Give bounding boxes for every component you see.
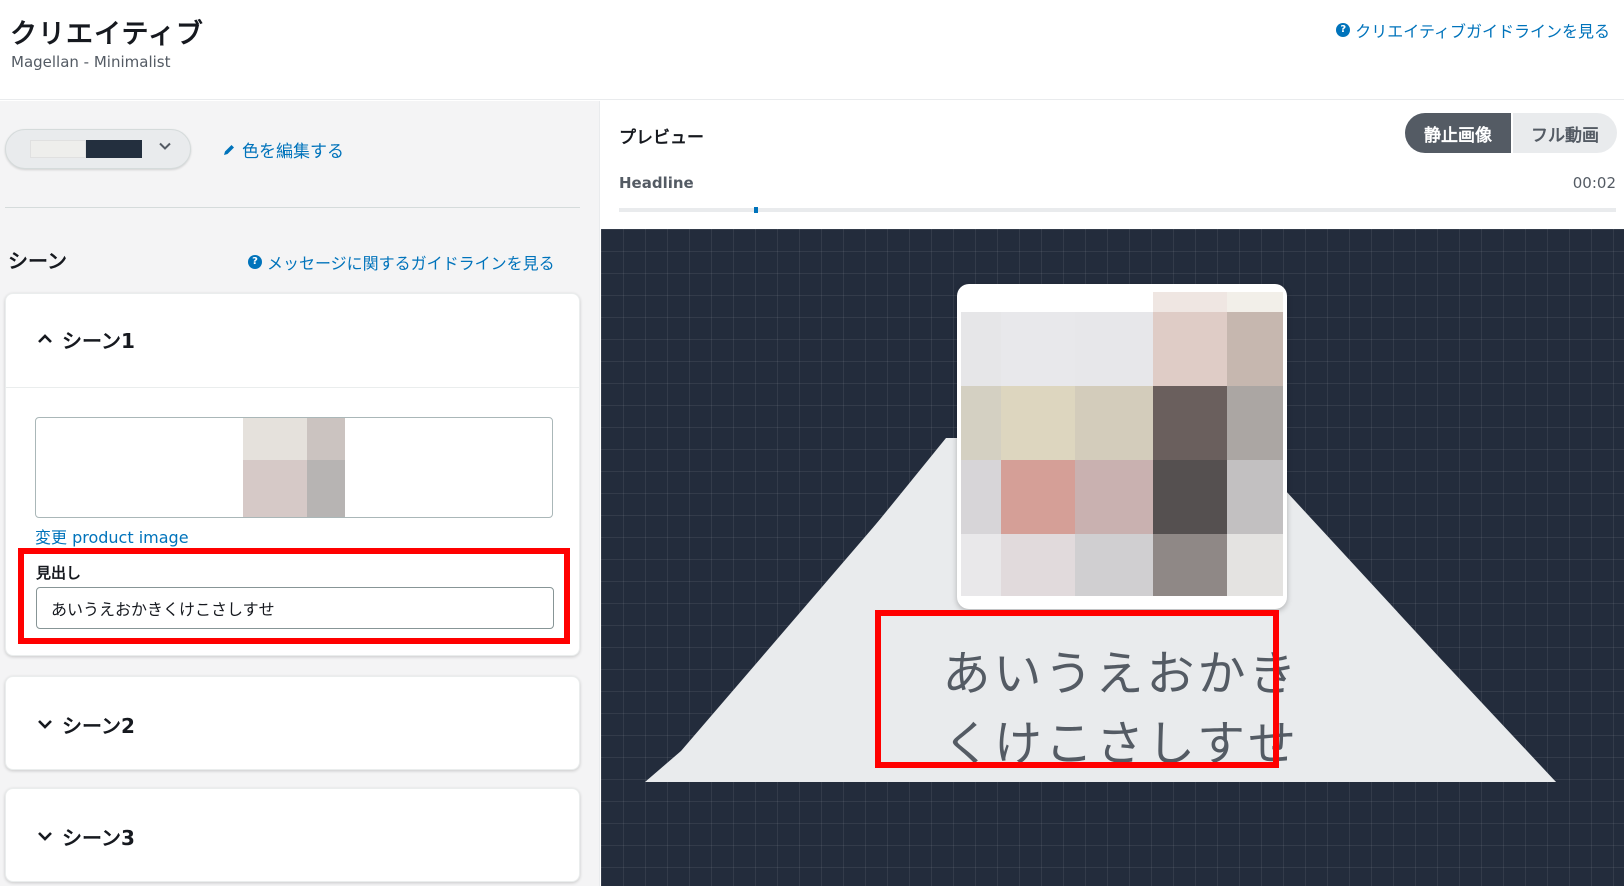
annotation-highlight-box: [875, 610, 1279, 768]
divider: [6, 387, 579, 388]
edit-color-link[interactable]: 色を編集する: [222, 137, 344, 162]
full-video-button[interactable]: フル動画: [1511, 113, 1617, 153]
scene-2-header[interactable]: シーン2: [6, 679, 579, 769]
scene-card-2[interactable]: シーン2: [5, 676, 580, 770]
scene-1-header[interactable]: シーン1: [6, 294, 579, 384]
timeline-scene-label: Headline: [619, 174, 694, 192]
page-header: クリエイティブ Magellan - Minimalist ? クリエイティブガ…: [0, 0, 1624, 100]
timeline-time: 00:02: [1572, 174, 1616, 192]
still-image-button[interactable]: 静止画像: [1405, 113, 1511, 153]
divider: [5, 207, 580, 208]
creative-guideline-label: クリエイティブガイドラインを見る: [1355, 22, 1610, 41]
chevron-down-icon: [159, 142, 171, 150]
message-guideline-label: メッセージに関するガイドラインを見る: [267, 254, 555, 273]
help-icon: ?: [248, 255, 262, 269]
product-image-pixelated: [961, 292, 1283, 596]
color-theme-select[interactable]: [5, 129, 191, 169]
product-image-preview: [243, 418, 345, 517]
timeline-playhead[interactable]: [753, 207, 758, 213]
scenes-title: シーン: [8, 249, 67, 273]
page-subtitle: Magellan - Minimalist: [11, 53, 171, 71]
preview-mode-toggle: 静止画像 フル動画: [1405, 113, 1617, 153]
scene-3-title: シーン3: [62, 825, 135, 850]
page-title: クリエイティブ: [10, 19, 204, 50]
scene-3-header[interactable]: シーン3: [6, 791, 579, 881]
color-swatch-dark: [86, 140, 142, 158]
preview-product-image: [957, 284, 1287, 609]
annotation-highlight-box: [18, 548, 570, 644]
creative-guideline-link[interactable]: ? クリエイティブガイドラインを見る: [1336, 18, 1610, 42]
edit-color-label: 色を編集する: [242, 142, 344, 162]
scene-card-3[interactable]: シーン3: [5, 788, 580, 882]
chevron-down-icon: [38, 720, 52, 729]
preview-stage: あいうえおかき くけこさしすせ: [601, 229, 1624, 886]
color-swatch-light: [30, 140, 86, 158]
scene-2-title: シーン2: [62, 713, 135, 738]
chevron-up-icon: [38, 334, 52, 343]
scene-1-title: シーン1: [62, 328, 135, 353]
preview-title: プレビュー: [619, 128, 704, 148]
preview-panel: プレビュー 静止画像 フル動画 Headline 00:02 あいうえおかき く…: [601, 101, 1624, 886]
message-guideline-link[interactable]: ? メッセージに関するガイドラインを見る: [248, 250, 555, 274]
timeline-scrubber[interactable]: [619, 207, 1616, 213]
change-product-image-link[interactable]: 変更 product image: [35, 524, 189, 548]
product-image-thumbnail[interactable]: [35, 417, 553, 518]
chevron-down-icon: [38, 832, 52, 841]
help-icon: ?: [1336, 23, 1351, 37]
pencil-icon: [224, 144, 234, 155]
